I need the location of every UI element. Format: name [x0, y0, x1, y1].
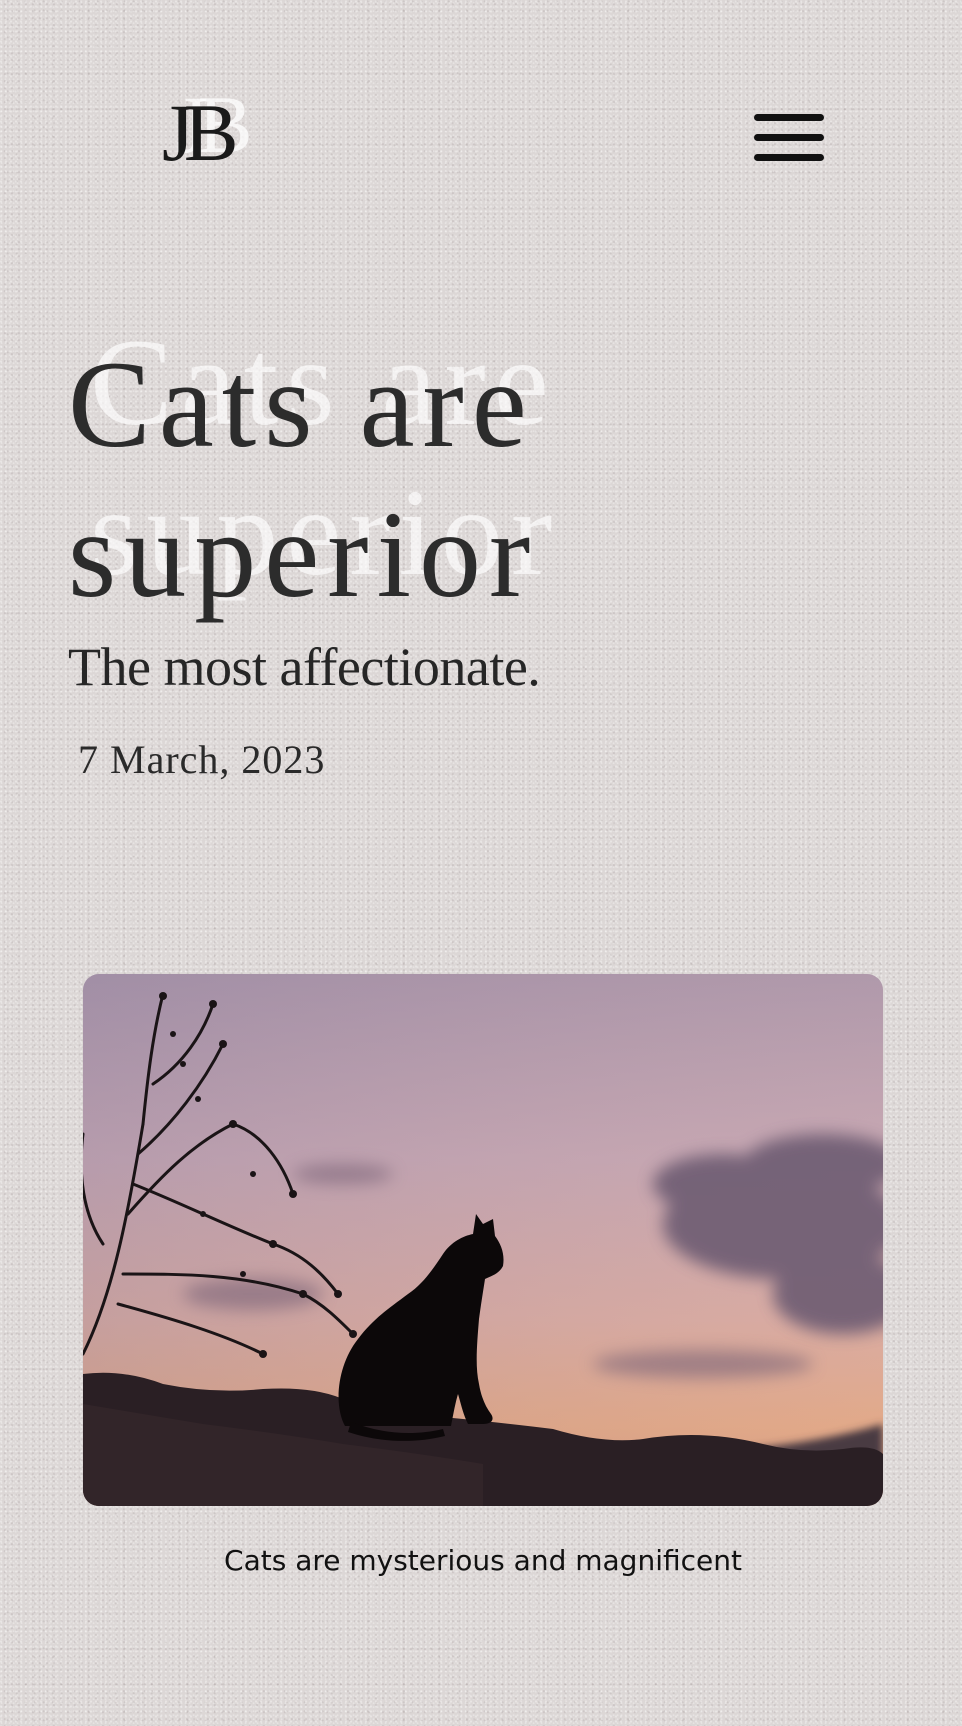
article-subtitle: The most affectionate. [68, 637, 541, 697]
title-line-2: superior superior [68, 464, 708, 630]
title-line-2-text: superior [68, 486, 539, 623]
article-header: Cats are Cats are superior superior [68, 314, 708, 630]
title-line-1-text: Cats are [68, 336, 535, 473]
page-title: Cats are Cats are superior superior [68, 314, 708, 630]
menu-bar-middle [754, 134, 824, 141]
logo-text: JB [162, 87, 239, 178]
menu-bar-top [754, 114, 824, 121]
logo[interactable]: JB JB [162, 84, 272, 182]
hamburger-menu-icon[interactable] [752, 112, 826, 166]
hero-image [83, 974, 883, 1506]
cat-silhouette-photo [83, 974, 883, 1506]
menu-bar-bottom [754, 154, 824, 161]
image-caption: Cats are mysterious and magnificent [224, 1544, 742, 1577]
article-date: 7 March, 2023 [78, 737, 326, 782]
